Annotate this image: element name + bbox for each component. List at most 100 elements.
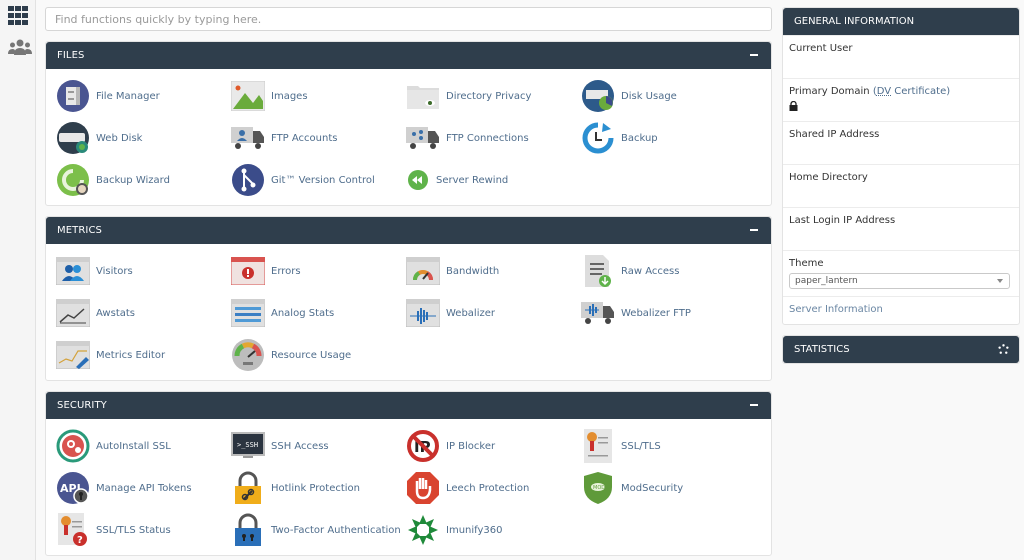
- images-label: Images: [271, 90, 308, 102]
- visitors-icon: [56, 254, 90, 288]
- analog-stats-link[interactable]: Analog Stats: [231, 292, 406, 334]
- ip-blocker-icon: IP: [406, 429, 440, 463]
- errors-link[interactable]: Errors: [231, 250, 406, 292]
- current-user-label: Current User: [789, 43, 853, 54]
- images-icon: [231, 79, 265, 113]
- two-factor-authentication-label: Two-Factor Authentication: [271, 524, 401, 536]
- backup-wizard-icon: [56, 163, 90, 197]
- refresh-icon[interactable]: [998, 344, 1009, 355]
- backup-link[interactable]: Backup: [581, 117, 756, 159]
- ssl-tls-status-icon: ?: [56, 513, 90, 547]
- images-link[interactable]: Images: [231, 75, 406, 117]
- directory-privacy-icon: [406, 79, 440, 113]
- ssh-access-link[interactable]: >_SSH SSH Access: [231, 425, 406, 467]
- ftp-connections-icon: [406, 121, 440, 155]
- ftp-accounts-icon: [231, 121, 265, 155]
- hotlink-protection-label: Hotlink Protection: [271, 482, 361, 494]
- ssl-tls-icon: [581, 429, 615, 463]
- server-rewind-label: Server Rewind: [436, 174, 509, 186]
- leech-protection-link[interactable]: Leech Protection: [406, 467, 581, 509]
- two-factor-icon: [231, 513, 265, 547]
- general-information-header: GENERAL INFORMATION: [783, 8, 1019, 35]
- theme-select[interactable]: paper_lantern: [789, 273, 1010, 289]
- backup-icon: [581, 121, 615, 155]
- file-manager-link[interactable]: File Manager: [56, 75, 231, 117]
- theme-label: Theme: [789, 258, 824, 269]
- webalizer-ftp-link[interactable]: Webalizer FTP: [581, 292, 756, 334]
- webalizer-ftp-icon: [581, 296, 615, 330]
- theme-row: Theme paper_lantern: [783, 250, 1019, 296]
- metrics-panel-header[interactable]: METRICS: [46, 217, 771, 244]
- metrics-editor-label: Metrics Editor: [96, 349, 166, 361]
- autoinstall-ssl-label: AutoInstall SSL: [96, 440, 171, 452]
- home-directory-label: Home Directory: [789, 172, 868, 183]
- files-panel-header[interactable]: FILES: [46, 42, 771, 69]
- awstats-link[interactable]: Awstats: [56, 292, 231, 334]
- server-rewind-icon: [406, 168, 430, 192]
- dv-certificate-text: Certificate): [891, 86, 951, 97]
- current-user-row: Current User: [783, 35, 1019, 78]
- ftp-accounts-label: FTP Accounts: [271, 132, 338, 144]
- ssh-access-icon: >_SSH: [231, 429, 265, 463]
- minus-icon[interactable]: [750, 54, 758, 56]
- disk-usage-link[interactable]: Disk Usage: [581, 75, 756, 117]
- modsecurity-icon: MOD: [581, 471, 615, 505]
- webalizer-link[interactable]: Webalizer: [406, 292, 581, 334]
- ftp-connections-link[interactable]: FTP Connections: [406, 117, 581, 159]
- shared-ip-label: Shared IP Address: [789, 129, 880, 140]
- manage-api-tokens-link[interactable]: API Manage API Tokens: [56, 467, 231, 509]
- web-disk-link[interactable]: Web Disk: [56, 117, 231, 159]
- hotlink-protection-link[interactable]: Hotlink Protection: [231, 467, 406, 509]
- webalizer-ftp-label: Webalizer FTP: [621, 307, 691, 319]
- webalizer-icon: [406, 296, 440, 330]
- theme-select-value: paper_lantern: [795, 276, 858, 286]
- server-information-link[interactable]: Server Information: [783, 296, 1019, 324]
- statistics-panel: STATISTICS: [782, 335, 1020, 364]
- dv-certificate-link[interactable]: (DV Certificate): [873, 86, 950, 97]
- backup-label: Backup: [621, 132, 658, 144]
- visitors-link[interactable]: Visitors: [56, 250, 231, 292]
- resource-usage-icon: [231, 338, 265, 372]
- errors-label: Errors: [271, 265, 301, 277]
- ssl-tls-link[interactable]: SSL/TLS: [581, 425, 756, 467]
- lock-icon: [789, 101, 798, 111]
- web-disk-label: Web Disk: [96, 132, 143, 144]
- minus-icon[interactable]: [750, 404, 758, 406]
- ssl-tls-status-label: SSL/TLS Status: [96, 524, 171, 536]
- ssl-tls-label: SSL/TLS: [621, 440, 661, 452]
- general-information-panel: GENERAL INFORMATION Current User Primary…: [782, 7, 1020, 325]
- files-panel: FILES File Manager Images Directory Priv…: [45, 41, 772, 206]
- file-manager-label: File Manager: [96, 90, 160, 102]
- apps-grid-icon[interactable]: [8, 6, 30, 26]
- last-login-label: Last Login IP Address: [789, 215, 896, 226]
- two-factor-authentication-link[interactable]: Two-Factor Authentication: [231, 509, 406, 551]
- bandwidth-link[interactable]: Bandwidth: [406, 250, 581, 292]
- directory-privacy-link[interactable]: Directory Privacy: [406, 75, 581, 117]
- users-icon[interactable]: [8, 38, 32, 58]
- home-directory-row: Home Directory: [783, 164, 1019, 207]
- ftp-accounts-link[interactable]: FTP Accounts: [231, 117, 406, 159]
- resource-usage-link[interactable]: Resource Usage: [231, 334, 406, 376]
- errors-icon: [231, 254, 265, 288]
- bandwidth-label: Bandwidth: [446, 265, 500, 277]
- git-version-control-link[interactable]: Git™ Version Control: [231, 159, 406, 201]
- imunify360-link[interactable]: Imunify360: [406, 509, 581, 551]
- server-rewind-link[interactable]: Server Rewind: [406, 159, 581, 201]
- security-panel-header[interactable]: SECURITY: [46, 392, 771, 419]
- bandwidth-icon: [406, 254, 440, 288]
- modsecurity-link[interactable]: MOD ModSecurity: [581, 467, 756, 509]
- ssl-tls-status-link[interactable]: ? SSL/TLS Status: [56, 509, 231, 551]
- raw-access-link[interactable]: Raw Access: [581, 250, 756, 292]
- search-input[interactable]: [45, 7, 772, 31]
- svg-text:>_SSH: >_SSH: [237, 441, 258, 449]
- minus-icon[interactable]: [750, 229, 758, 231]
- autoinstall-ssl-link[interactable]: AutoInstall SSL: [56, 425, 231, 467]
- metrics-editor-link[interactable]: Metrics Editor: [56, 334, 231, 376]
- last-login-row: Last Login IP Address: [783, 207, 1019, 250]
- ftp-connections-label: FTP Connections: [446, 132, 529, 144]
- awstats-icon: [56, 296, 90, 330]
- ip-blocker-link[interactable]: IP IP Blocker: [406, 425, 581, 467]
- svg-text:?: ?: [77, 535, 83, 546]
- backup-wizard-link[interactable]: Backup Wizard: [56, 159, 231, 201]
- file-manager-icon: [56, 79, 90, 113]
